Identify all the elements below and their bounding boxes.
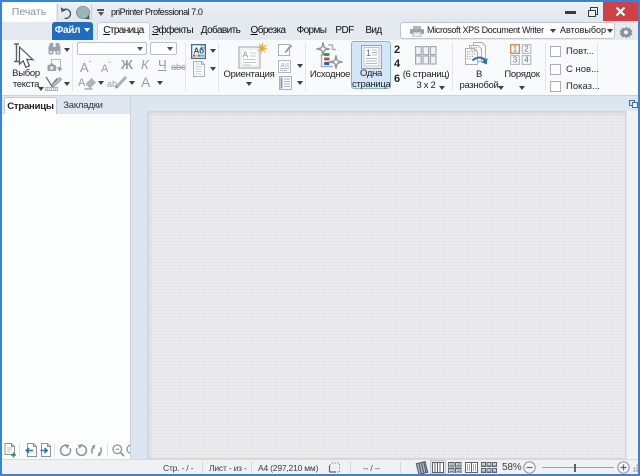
svg-text:3: 3 bbox=[513, 56, 518, 65]
svg-text:2: 2 bbox=[524, 45, 529, 54]
svg-text:1: 1 bbox=[513, 45, 518, 54]
svg-text:1: 1 bbox=[366, 48, 371, 58]
svg-text:Аб: Аб bbox=[194, 47, 205, 56]
svg-text:4: 4 bbox=[524, 56, 529, 65]
svg-text:A: A bbox=[243, 50, 249, 60]
